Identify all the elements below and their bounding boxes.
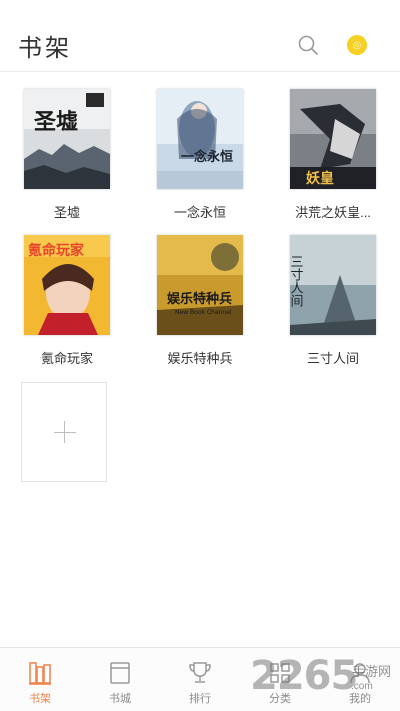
- book-cover[interactable]: 妖皇: [290, 89, 376, 189]
- book-item[interactable]: 妖皇 洪荒之妖皇...: [278, 89, 388, 221]
- tab-bookshelf[interactable]: 书架: [0, 648, 80, 711]
- cover-title: 氪命玩家: [28, 242, 85, 259]
- tab-bookstore[interactable]: 书城: [80, 648, 160, 711]
- tab-profile[interactable]: 我的: [320, 648, 400, 711]
- cover-title: 三寸人间: [290, 255, 303, 307]
- book-item[interactable]: 氪命玩家 氪命玩家: [12, 235, 122, 367]
- cover-title: 娱乐特种兵: [167, 291, 232, 307]
- bottom-tab-bar: 书架 书城 排行 分类 我的: [0, 647, 400, 711]
- book-item[interactable]: 三寸人间 三寸人间: [278, 235, 388, 367]
- bookshelf-icon: [29, 662, 51, 685]
- tab-label: 我的: [349, 693, 371, 705]
- book-item[interactable]: 娱乐特种兵 New Book Channel 娱乐特种兵: [145, 235, 255, 367]
- tab-label: 书城: [109, 693, 131, 705]
- book-title: 娱乐特种兵: [167, 351, 233, 366]
- book-cover[interactable]: 娱乐特种兵 New Book Channel: [157, 235, 243, 335]
- category-icon: [270, 663, 290, 683]
- book-title: 三寸人间: [306, 351, 359, 366]
- book-title: 圣墟: [53, 205, 80, 220]
- book-cover[interactable]: 三寸人间: [290, 235, 376, 335]
- book-item[interactable]: 圣墟 圣墟: [12, 89, 122, 221]
- coin-icon[interactable]: ◎: [347, 35, 367, 55]
- book-cover[interactable]: 氪命玩家: [24, 235, 110, 335]
- tab-label: 书架: [29, 693, 51, 705]
- cover-title: 圣墟: [34, 109, 78, 135]
- cover-subtitle: New Book Channel: [175, 309, 232, 316]
- page-title: 书架: [18, 35, 72, 62]
- search-icon[interactable]: [296, 33, 320, 57]
- coin-symbol: ◎: [352, 39, 362, 51]
- book-item[interactable]: 一念永恒 一念永恒: [145, 89, 255, 221]
- add-book-button[interactable]: [21, 382, 107, 482]
- book-title: 洪荒之妖皇...: [295, 205, 371, 220]
- tab-ranking[interactable]: 排行: [160, 648, 240, 711]
- book-cover[interactable]: 圣墟: [24, 89, 110, 189]
- tab-label: 分类: [269, 693, 291, 705]
- app-header: 书架 ◎: [0, 0, 400, 72]
- book-title: 一念永恒: [173, 205, 226, 220]
- profile-icon: [350, 663, 370, 684]
- cover-title: 一念永恒: [181, 149, 233, 165]
- tab-label: 排行: [189, 693, 211, 705]
- cover-title: 妖皇: [306, 170, 334, 187]
- book-title: 氪命玩家: [40, 351, 93, 366]
- tab-category[interactable]: 分类: [240, 648, 320, 711]
- bookstore-icon: [110, 662, 130, 684]
- trophy-icon: [189, 662, 211, 683]
- book-cover[interactable]: 一念永恒: [157, 89, 243, 189]
